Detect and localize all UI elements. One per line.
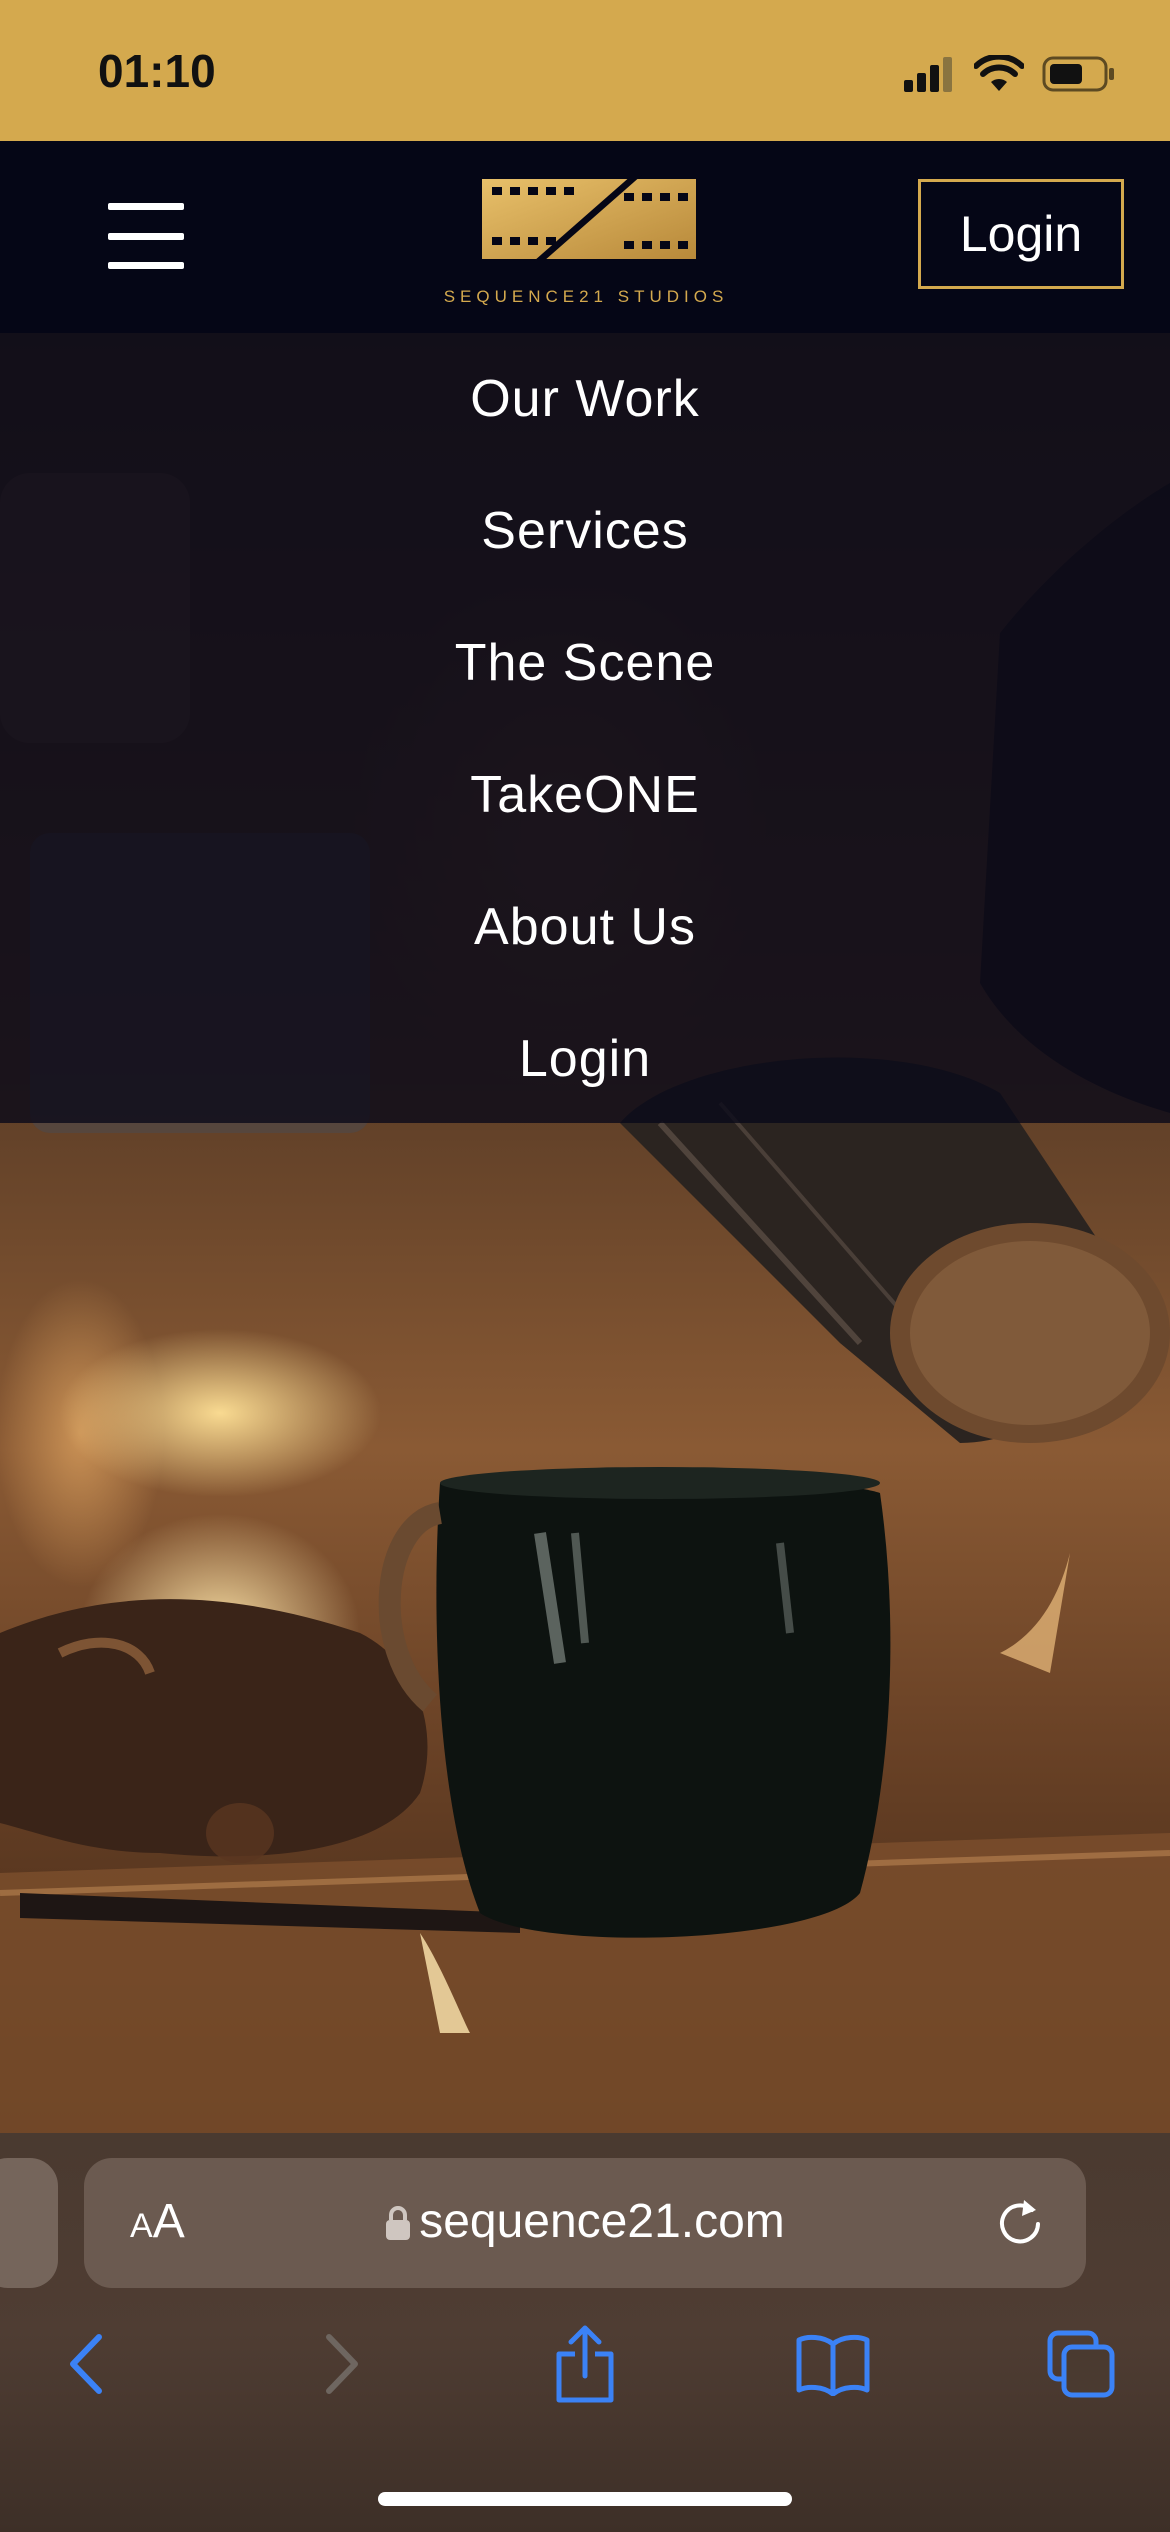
brand-name: SEQUENCE21 STUDIOS bbox=[443, 287, 729, 306]
status-bar: 01:10 bbox=[0, 0, 1170, 141]
battery-icon bbox=[1042, 56, 1114, 92]
sequence21-logo[interactable]: SEQUENCE21 STUDIOS bbox=[416, 175, 756, 306]
chevron-left-icon bbox=[70, 2334, 102, 2394]
site-header: SEQUENCE21 STUDIOS Login bbox=[0, 141, 1170, 333]
menu-item-our-work[interactable]: Our Work bbox=[0, 369, 1170, 429]
menu-item-about-us[interactable]: About Us bbox=[0, 897, 1170, 957]
reload-icon[interactable] bbox=[994, 2196, 1046, 2250]
menu-item-the-scene[interactable]: The Scene bbox=[0, 633, 1170, 693]
nav-menu: Our Work Services The Scene TakeONE Abou… bbox=[0, 333, 1170, 1123]
menu-item-takeone[interactable]: TakeONE bbox=[0, 765, 1170, 825]
lock-icon bbox=[386, 2206, 411, 2240]
address-bar[interactable]: AA sequence21.com bbox=[84, 2158, 1086, 2288]
login-button[interactable]: Login bbox=[918, 179, 1124, 289]
status-time: 01:10 bbox=[98, 45, 216, 97]
share-button[interactable] bbox=[540, 2319, 630, 2409]
cellular-signal-icon bbox=[904, 57, 952, 92]
url-display[interactable]: sequence21.com bbox=[84, 2194, 1086, 2249]
wifi-icon bbox=[974, 55, 1024, 91]
book-icon bbox=[796, 2334, 870, 2396]
browser-toolbar: AA sequence21.com bbox=[0, 2133, 1170, 2532]
menu-item-login[interactable]: Login bbox=[0, 1029, 1170, 1089]
forward-button[interactable] bbox=[296, 2319, 386, 2409]
bookmarks-button[interactable] bbox=[788, 2319, 878, 2409]
share-icon bbox=[556, 2325, 614, 2403]
home-indicator[interactable] bbox=[378, 2492, 792, 2506]
tabs-icon bbox=[1047, 2330, 1115, 2398]
url-text: sequence21.com bbox=[419, 2195, 785, 2248]
tabs-button[interactable] bbox=[1036, 2319, 1126, 2409]
hamburger-menu-icon[interactable] bbox=[108, 203, 184, 269]
menu-item-services[interactable]: Services bbox=[0, 501, 1170, 561]
back-button[interactable] bbox=[42, 2319, 132, 2409]
chevron-right-icon bbox=[326, 2334, 358, 2394]
status-icons bbox=[904, 52, 1116, 96]
film-strip-logo-icon bbox=[482, 175, 696, 261]
previous-tab-preview[interactable] bbox=[0, 2158, 58, 2288]
